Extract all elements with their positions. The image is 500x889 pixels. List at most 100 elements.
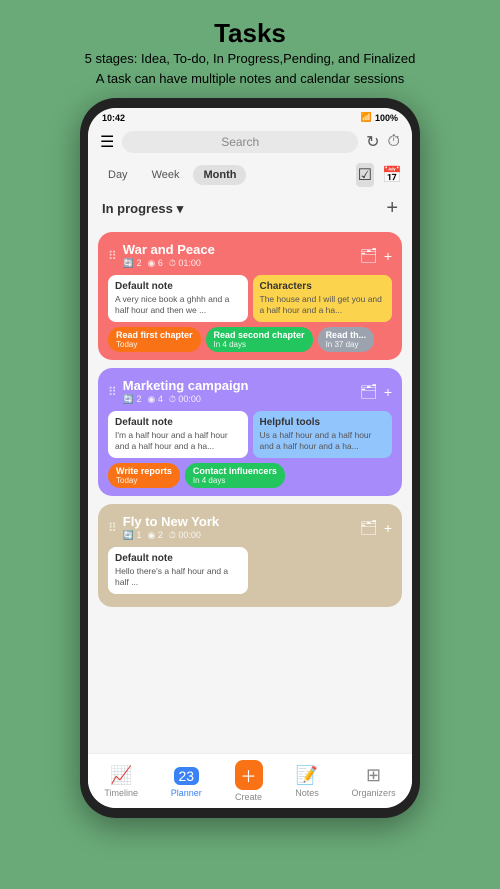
task-card-marketing: ⠿ Marketing campaign 🔄 2 ◉ 4 ⏱ 00:00 🗂 bbox=[98, 368, 402, 496]
nav-create-label: Create bbox=[235, 792, 262, 802]
note-default-2[interactable]: Default note I'm a half hour and a half … bbox=[108, 411, 248, 458]
task-time-1: ⏱ 01:00 bbox=[169, 258, 201, 269]
filter-bar: In progress ▾ + bbox=[88, 191, 412, 226]
task-notes-count-1: 🔄 2 bbox=[123, 258, 142, 269]
task-sessions-count-1: ◉ 6 bbox=[148, 258, 163, 269]
note-title-default-1: Default note bbox=[115, 281, 241, 292]
note-title-helpful-2: Helpful tools bbox=[260, 417, 386, 428]
session-label-write-reports: Write reports bbox=[116, 466, 172, 476]
task-title-3: Fly to New York bbox=[123, 514, 219, 529]
session-tag-read-third[interactable]: Read th... In 37 day bbox=[318, 327, 375, 352]
task-folder-icon-2[interactable]: 🗂 bbox=[360, 383, 378, 400]
session-tag-write-reports[interactable]: Write reports Today bbox=[108, 463, 180, 488]
session-tag-read-second[interactable]: Read second chapter In 4 days bbox=[206, 327, 313, 352]
task-add-icon-3[interactable]: + bbox=[384, 520, 392, 536]
tab-month[interactable]: Month bbox=[193, 165, 246, 185]
note-helpful-2[interactable]: Helpful tools Us a half hour and a half … bbox=[253, 411, 393, 458]
session-tag-contact[interactable]: Contact influencers In 4 days bbox=[185, 463, 285, 488]
note-title-characters-1: Characters bbox=[260, 281, 386, 292]
task-title-group-1: ⠿ War and Peace 🔄 2 ◉ 6 ⏱ 01:00 bbox=[108, 242, 215, 269]
task-sessions-count-3: ◉ 2 bbox=[148, 530, 163, 541]
nav-planner-label: Planner bbox=[171, 788, 202, 798]
session-tag-read-first[interactable]: Read first chapter Today bbox=[108, 327, 201, 352]
session-tags-1: Read first chapter Today Read second cha… bbox=[108, 327, 392, 352]
organizers-icon: ⊞ bbox=[366, 765, 381, 786]
nav-organizers[interactable]: ⊞ Organizers bbox=[352, 765, 396, 798]
tab-icons: ☑ 📅 bbox=[356, 163, 402, 187]
task-card-war-and-peace: ⠿ War and Peace 🔄 2 ◉ 6 ⏱ 01:00 🗂 bbox=[98, 232, 402, 360]
note-body-characters-1: The house and I will get you and a half … bbox=[260, 294, 386, 316]
session-label-read-second: Read second chapter bbox=[214, 330, 305, 340]
drag-handle-icon-2: ⠿ bbox=[108, 385, 117, 399]
dropdown-icon: ▾ bbox=[177, 201, 184, 217]
add-task-button[interactable]: + bbox=[386, 197, 398, 220]
note-default-3[interactable]: Default note Hello there's a half hour a… bbox=[108, 547, 248, 594]
session-sub-write-reports: Today bbox=[116, 476, 172, 485]
signal-icon: 📶 bbox=[361, 112, 372, 123]
filter-label[interactable]: In progress ▾ bbox=[102, 201, 183, 217]
task-title-2: Marketing campaign bbox=[123, 378, 249, 393]
task-actions-2: 🗂 + bbox=[360, 383, 392, 400]
session-label-read-first: Read first chapter bbox=[116, 330, 193, 340]
task-folder-icon-1[interactable]: 🗂 bbox=[360, 247, 378, 264]
task-actions-3: 🗂 + bbox=[360, 519, 392, 536]
drag-handle-icon-3: ⠿ bbox=[108, 521, 117, 535]
session-sub-contact: In 4 days bbox=[193, 476, 277, 485]
task-time-2: ⏱ 00:00 bbox=[169, 394, 201, 405]
task-meta-3: 🔄 1 ◉ 2 ⏱ 00:00 bbox=[123, 530, 219, 541]
drag-handle-icon: ⠿ bbox=[108, 249, 117, 263]
note-characters-1[interactable]: Characters The house and I will get you … bbox=[253, 275, 393, 322]
note-body-default-2: I'm a half hour and a half hour and a ha… bbox=[115, 430, 241, 452]
note-grid-2: Default note I'm a half hour and a half … bbox=[108, 411, 392, 458]
task-meta-1: 🔄 2 ◉ 6 ⏱ 01:00 bbox=[123, 258, 215, 269]
battery-text: 100% bbox=[375, 113, 398, 123]
note-body-default-1: A very nice book a ghhh and a half hour … bbox=[115, 294, 241, 316]
refresh-icon[interactable]: ↻ bbox=[366, 132, 379, 152]
timer-icon[interactable]: ⏱ bbox=[388, 133, 400, 151]
task-meta-2: 🔄 2 ◉ 4 ⏱ 00:00 bbox=[123, 394, 249, 405]
task-actions-1: 🗂 + bbox=[360, 247, 392, 264]
page-header: Tasks 5 stages: Idea, To-do, In Progress… bbox=[65, 0, 436, 98]
planner-cal-icon: 23 bbox=[174, 767, 200, 785]
tab-week[interactable]: Week bbox=[142, 165, 190, 185]
bottom-nav: 📈 Timeline 23 Planner ＋ Create 📝 Notes ⊞… bbox=[88, 753, 412, 808]
page-subtitle-1: 5 stages: Idea, To-do, In Progress,Pendi… bbox=[85, 49, 416, 69]
task-sessions-count-2: ◉ 4 bbox=[148, 394, 163, 405]
task-add-icon-1[interactable]: + bbox=[384, 248, 392, 264]
note-default-1[interactable]: Default note A very nice book a ghhh and… bbox=[108, 275, 248, 322]
task-list: ⠿ War and Peace 🔄 2 ◉ 6 ⏱ 01:00 🗂 bbox=[88, 226, 412, 753]
nav-notes[interactable]: 📝 Notes bbox=[295, 765, 319, 798]
page-title: Tasks bbox=[85, 18, 416, 49]
planner-icon: 23 bbox=[174, 765, 200, 786]
top-bar: ☰ Search ↻ ⏱ bbox=[88, 125, 412, 159]
task-card-fly-newyork: ⠿ Fly to New York 🔄 1 ◉ 2 ⏱ 00:00 🗂 bbox=[98, 504, 402, 607]
nav-timeline[interactable]: 📈 Timeline bbox=[104, 765, 138, 798]
nav-timeline-label: Timeline bbox=[104, 788, 138, 798]
session-label-contact: Contact influencers bbox=[193, 466, 277, 476]
note-body-default-3: Hello there's a half hour and a half ... bbox=[115, 566, 241, 588]
note-title-default-2: Default note bbox=[115, 417, 241, 428]
status-bar: 10:42 📶 100% bbox=[88, 108, 412, 125]
menu-icon[interactable]: ☰ bbox=[100, 132, 114, 152]
task-add-icon-2[interactable]: + bbox=[384, 384, 392, 400]
note-grid-1: Default note A very nice book a ghhh and… bbox=[108, 275, 392, 322]
search-box[interactable]: Search bbox=[122, 131, 358, 153]
nav-notes-label: Notes bbox=[295, 788, 319, 798]
task-folder-icon-3[interactable]: 🗂 bbox=[360, 519, 378, 536]
session-sub-read-third: In 37 day bbox=[326, 340, 367, 349]
phone-screen: 10:42 📶 100% ☰ Search ↻ ⏱ Day Week Month… bbox=[88, 108, 412, 808]
nav-create[interactable]: ＋ Create bbox=[235, 760, 263, 802]
session-label-read-third: Read th... bbox=[326, 330, 367, 340]
create-icon: ＋ bbox=[235, 760, 263, 790]
nav-planner[interactable]: 23 Planner bbox=[171, 765, 202, 798]
task-title-group-3: ⠿ Fly to New York 🔄 1 ◉ 2 ⏱ 00:00 bbox=[108, 514, 219, 541]
filter-text: In progress bbox=[102, 201, 173, 216]
search-placeholder: Search bbox=[221, 135, 259, 149]
session-sub-read-second: In 4 days bbox=[214, 340, 305, 349]
calendar-tab-icon[interactable]: 📅 bbox=[382, 165, 402, 185]
tab-day[interactable]: Day bbox=[98, 165, 138, 185]
nav-tabs: Day Week Month ☑ 📅 bbox=[88, 159, 412, 191]
session-sub-read-first: Today bbox=[116, 340, 193, 349]
check-square-icon[interactable]: ☑ bbox=[356, 163, 374, 187]
task-header-3: ⠿ Fly to New York 🔄 1 ◉ 2 ⏱ 00:00 🗂 bbox=[108, 514, 392, 541]
